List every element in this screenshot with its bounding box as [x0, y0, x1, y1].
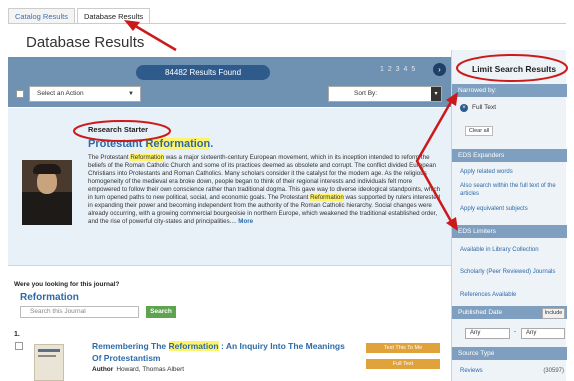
chevron-down-icon: ▼ [128, 91, 134, 97]
result-author: Author Howard, Thomas Albert [92, 366, 184, 373]
results-tabs: Catalog Results Database Results [8, 8, 566, 24]
page-title: Database Results [26, 34, 145, 51]
date-to-select[interactable]: Any [521, 328, 565, 339]
text-this-to-me-button[interactable]: Text This To Me [366, 343, 440, 353]
title-text: . [210, 138, 214, 150]
filter-label: Full Text [472, 104, 497, 111]
title-highlight: Reformation [145, 138, 211, 150]
date-separator: - [514, 329, 516, 335]
results-count-badge: 84482 Results Found [136, 65, 270, 80]
select-all-checkbox[interactable] [16, 90, 24, 98]
tab-catalog-results[interactable]: Catalog Results [8, 8, 75, 23]
limiter-scholarly[interactable]: Scholarly (Peer Reviewed) Journals [460, 268, 564, 276]
pagination[interactable]: 1 2 3 4 5 [380, 66, 416, 73]
more-link[interactable]: More [238, 218, 253, 225]
expander-equivalent-subjects[interactable]: Apply equivalent subjects [460, 205, 564, 213]
title-text: Protestant [88, 138, 146, 150]
action-select[interactable]: Select an Action ▼ [29, 86, 141, 102]
sort-select-label: Sort By: [354, 90, 378, 97]
journal-question: Were you looking for this journal? [14, 281, 120, 288]
sidebar-title: Limit Search Results [472, 64, 557, 74]
limit-search-sidebar: Limit Search Results Narrowed by: × Full … [451, 50, 567, 381]
full-text-button[interactable]: Full Text [366, 359, 440, 369]
tab-database-results[interactable]: Database Results [76, 8, 151, 23]
journal-search-input[interactable]: Search this Journal [20, 306, 139, 318]
journal-title[interactable]: Reformation [20, 292, 79, 303]
limiter-references[interactable]: References Available [460, 291, 564, 299]
expander-related-words[interactable]: Apply related words [460, 168, 564, 176]
clear-all-button[interactable]: Clear all [465, 126, 493, 136]
source-count: (30597) [543, 368, 564, 374]
book-cover-thumbnail[interactable] [34, 344, 64, 381]
journal-search-button[interactable]: Search [146, 306, 176, 318]
eds-limiters-header[interactable]: EDS Limiters [452, 225, 567, 238]
research-starter-body: The Protestant Reformation was a major s… [88, 154, 441, 225]
chevron-down-icon: ▾ [431, 87, 441, 101]
results-bar: 84482 Results Found 1 2 3 4 5 › Select a… [8, 57, 451, 107]
result-number: 1. [14, 331, 20, 338]
martin-luther-portrait [22, 160, 72, 225]
date-from-select[interactable]: Any [465, 328, 510, 339]
eds-expanders-header[interactable]: EDS Expanders [452, 149, 567, 162]
result-title[interactable]: Remembering The Reformation : An Inquiry… [92, 340, 352, 364]
author-name[interactable]: Howard, Thomas Albert [116, 366, 184, 373]
research-starter: Research Starter Protestant Reformation.… [8, 108, 451, 266]
remove-filter-icon[interactable]: × [460, 104, 468, 112]
research-starter-heading: Research Starter [88, 125, 149, 134]
next-page-button[interactable]: › [433, 63, 446, 76]
research-starter-title[interactable]: Protestant Reformation. [88, 138, 213, 150]
action-select-label: Select an Action [37, 90, 84, 97]
expander-full-text[interactable]: Also search within the full text of the … [460, 182, 564, 198]
sort-select[interactable]: Sort By: ▾ [328, 86, 442, 102]
author-label: Author [92, 366, 114, 373]
include-button[interactable]: Include [542, 308, 565, 319]
limiter-library-collection[interactable]: Available in Library Collection [460, 246, 564, 254]
source-type-reviews[interactable]: Reviews (30597) [460, 368, 566, 374]
narrowed-by-header: Narrowed by: [452, 84, 567, 97]
result-checkbox[interactable] [15, 342, 23, 350]
full-text-filter[interactable]: × Full Text [460, 104, 496, 112]
source-type-header[interactable]: Source Type [452, 347, 567, 360]
